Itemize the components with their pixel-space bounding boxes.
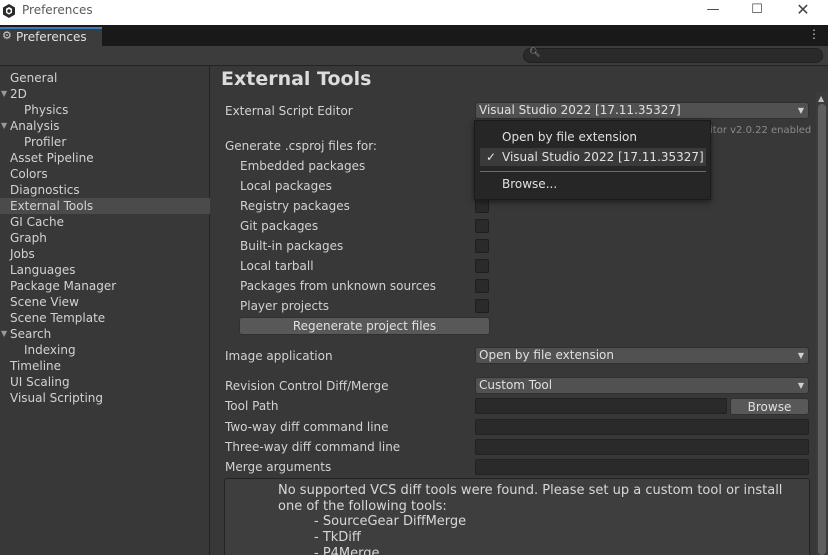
window-title: Preferences [22, 3, 93, 17]
sidebar-item-colors[interactable]: Colors [0, 166, 210, 182]
minimize-button[interactable]: — [690, 0, 736, 22]
vertical-scrollbar[interactable]: ▲ [816, 92, 828, 555]
dropdown-value: Visual Studio 2022 [17.11.35327] [479, 103, 681, 117]
sidebar-item-package-manager[interactable]: Package Manager [0, 278, 210, 294]
tab-preferences[interactable]: ⚙ Preferences [0, 27, 102, 46]
git-packages-checkbox[interactable] [475, 219, 489, 233]
help-tool-item: - SourceGear DiffMerge [314, 514, 467, 529]
built-in-packages-checkbox[interactable] [475, 239, 489, 253]
sidebar-item-general[interactable]: General [0, 70, 210, 86]
image-application-dropdown[interactable]: Open by file extension ▼ [475, 347, 809, 364]
gear-icon: ⚙ [2, 29, 12, 42]
three-way-diff-field[interactable] [475, 439, 809, 455]
two-way-diff-field[interactable] [475, 419, 809, 435]
sidebar-item-label: Search [10, 327, 52, 341]
help-tool-item: - TkDiff [314, 530, 361, 545]
expand-caret-icon[interactable]: ▼ [1, 118, 7, 134]
sidebar: General ▼ 2D Physics ▼ Analysis Profiler A… [0, 66, 210, 555]
sidebar-item-external-tools[interactable]: External Tools [0, 198, 210, 214]
chevron-down-icon: ▼ [797, 351, 804, 360]
expand-caret-icon[interactable]: ▼ [1, 326, 7, 342]
sidebar-item-label: Analysis [10, 119, 60, 133]
built-in-packages-label: Built-in packages [240, 239, 344, 253]
close-button[interactable]: ✕ [780, 0, 826, 22]
page-title: External Tools [221, 68, 372, 90]
embedded-packages-label: Embedded packages [240, 159, 366, 173]
search-icon: 🔍︎ [529, 48, 541, 58]
maximize-button[interactable]: ☐ [734, 0, 780, 22]
registry-packages-label: Registry packages [240, 199, 350, 213]
sidebar-item-2d[interactable]: ▼ 2D [0, 86, 210, 102]
external-script-editor-label: External Script Editor [225, 104, 353, 118]
image-application-label: Image application [225, 349, 333, 363]
local-packages-label: Local packages [240, 179, 332, 193]
scroll-up-icon[interactable]: ▲ [818, 94, 824, 103]
sidebar-item-graph[interactable]: Graph [0, 230, 210, 246]
sidebar-item-visual-scripting[interactable]: Visual Scripting [0, 390, 210, 406]
sidebar-item-languages[interactable]: Languages [0, 262, 210, 278]
merge-arguments-label: Merge arguments [225, 460, 332, 474]
package-version-hint: itor v2.0.22 enabled [710, 125, 812, 136]
unknown-sources-checkbox[interactable] [475, 279, 489, 293]
menu-item-label: Visual Studio 2022 [17.11.35327] [502, 150, 704, 164]
checkmark-icon: ✓ [486, 150, 497, 164]
sidebar-item-asset-pipeline[interactable]: Asset Pipeline [0, 150, 210, 166]
two-way-diff-label: Two-way diff command line [225, 420, 389, 434]
help-tool-item: - P4Merge [314, 546, 380, 555]
menu-item-browse[interactable]: Browse... [480, 175, 706, 193]
search-input[interactable]: 🔍︎ [523, 48, 823, 63]
registry-packages-checkbox[interactable] [475, 199, 489, 213]
toolbar: 🔍︎ [0, 46, 828, 66]
menu-item-open-by-file-extension[interactable]: Open by file extension [480, 128, 706, 146]
sidebar-item-scene-template[interactable]: Scene Template [0, 310, 210, 326]
dropdown-value: Open by file extension [479, 348, 614, 362]
tab-menu-button[interactable]: ⋮ [808, 27, 820, 41]
regenerate-project-files-button[interactable]: Regenerate project files [239, 317, 490, 335]
unity-logo-icon [3, 4, 15, 18]
chevron-down-icon: ▼ [797, 106, 804, 115]
csproj-section-label: Generate .csproj files for: [225, 139, 377, 153]
sidebar-item-jobs[interactable]: Jobs [0, 246, 210, 262]
sidebar-item-diagnostics[interactable]: Diagnostics [0, 182, 210, 198]
tool-path-field[interactable] [475, 398, 727, 414]
sidebar-item-gi-cache[interactable]: GI Cache [0, 214, 210, 230]
scroll-thumb[interactable] [818, 104, 826, 555]
local-tarball-checkbox[interactable] [475, 259, 489, 273]
menu-item-label: Open by file extension [502, 130, 637, 144]
sidebar-item-scene-view[interactable]: Scene View [0, 294, 210, 310]
merge-arguments-field[interactable] [475, 459, 809, 475]
sidebar-item-indexing[interactable]: Indexing [0, 342, 210, 358]
revision-control-dropdown[interactable]: Custom Tool ▼ [475, 377, 809, 394]
sidebar-item-search[interactable]: ▼ Search [0, 326, 210, 342]
chevron-down-icon: ▼ [797, 381, 804, 390]
sidebar-item-analysis[interactable]: ▼ Analysis [0, 118, 210, 134]
player-projects-checkbox[interactable] [475, 299, 489, 313]
browse-button[interactable]: Browse [730, 398, 809, 415]
sidebar-item-label: 2D [10, 87, 27, 101]
local-tarball-label: Local tarball [240, 259, 314, 273]
external-script-editor-dropdown[interactable]: Visual Studio 2022 [17.11.35327] ▼ [475, 102, 809, 119]
sidebar-item-physics[interactable]: Physics [0, 102, 210, 118]
revision-control-label: Revision Control Diff/Merge [225, 379, 389, 393]
three-way-diff-label: Three-way diff command line [225, 440, 401, 454]
git-packages-label: Git packages [240, 219, 319, 233]
tool-path-label: Tool Path [225, 399, 279, 413]
sidebar-item-ui-scaling[interactable]: UI Scaling [0, 374, 210, 390]
script-editor-popup-menu: Open by file extension ✓ Visual Studio 2… [474, 120, 711, 200]
menu-separator [480, 171, 706, 172]
menu-item-label: Browse... [502, 177, 558, 191]
menu-item-visual-studio-2022[interactable]: ✓ Visual Studio 2022 [17.11.35327] [480, 148, 706, 166]
tab-strip: ⚙ Preferences ⋮ [0, 25, 828, 46]
window-title-bar: Preferences — ☐ ✕ [0, 0, 828, 25]
help-box: No supported VCS diff tools were found. … [224, 478, 810, 555]
sidebar-item-timeline[interactable]: Timeline [0, 358, 210, 374]
tab-label: Preferences [16, 30, 87, 44]
dropdown-value: Custom Tool [479, 378, 553, 392]
player-projects-label: Player projects [240, 299, 330, 313]
unknown-sources-label: Packages from unknown sources [240, 279, 436, 293]
sidebar-item-profiler[interactable]: Profiler [0, 134, 210, 150]
help-message: No supported VCS diff tools were found. … [278, 483, 783, 514]
expand-caret-icon[interactable]: ▼ [1, 86, 7, 102]
